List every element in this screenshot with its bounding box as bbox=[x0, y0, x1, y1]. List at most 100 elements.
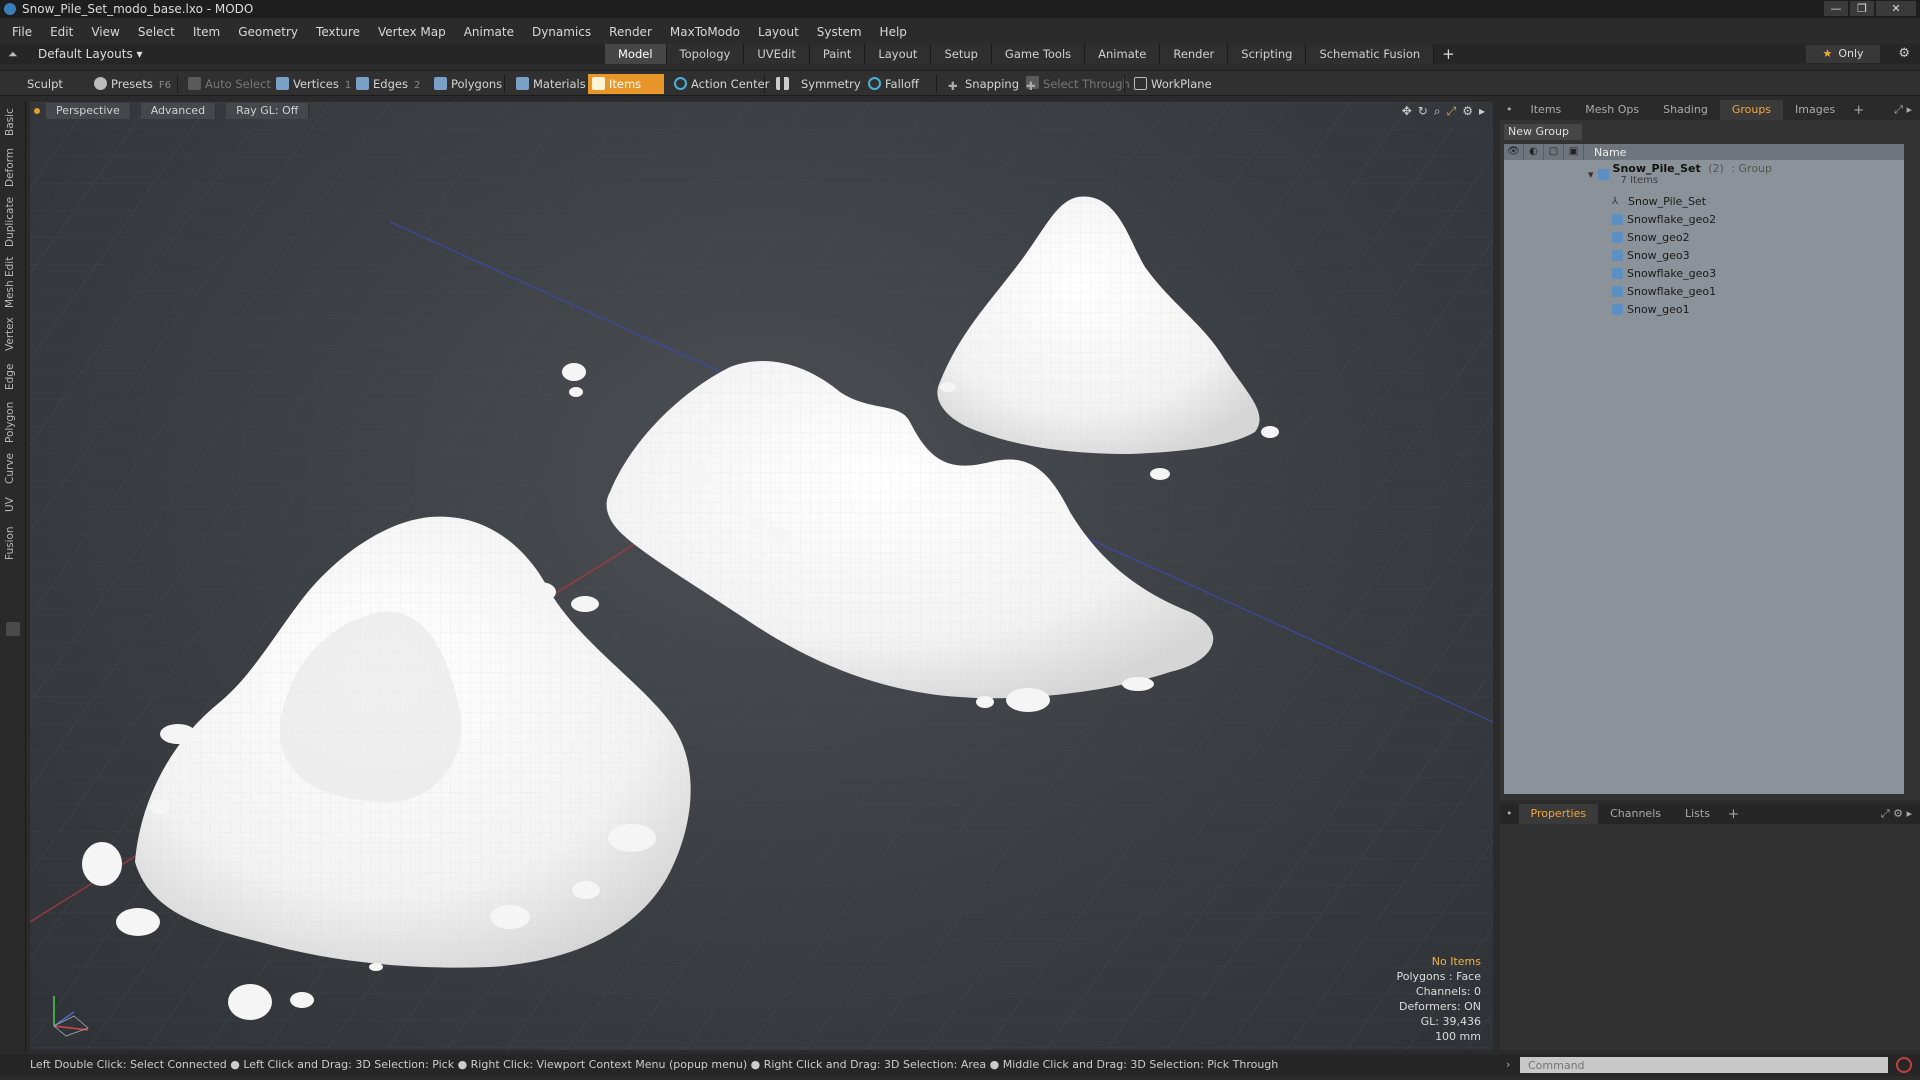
menu-geometry[interactable]: Geometry bbox=[238, 25, 298, 39]
panel-expand-icon[interactable]: ⤢ ▸ bbox=[1894, 103, 1912, 117]
name-column-header[interactable]: Name bbox=[1584, 146, 1626, 159]
action-center-button[interactable]: Action Center bbox=[670, 74, 773, 94]
close-button[interactable]: ✕ bbox=[1876, 1, 1916, 16]
tab-render[interactable]: Render bbox=[1160, 44, 1229, 64]
select-col-icon[interactable]: ▣ bbox=[1564, 144, 1584, 160]
tab-properties[interactable]: Properties bbox=[1518, 804, 1599, 824]
tab-images[interactable]: Images bbox=[1783, 100, 1847, 120]
menu-system[interactable]: System bbox=[817, 25, 862, 39]
group-row[interactable]: ▾ Snow_Pile_Set (2) : Group 7 Items bbox=[1504, 162, 1904, 186]
tab-uvedit[interactable]: UVEdit bbox=[744, 44, 810, 64]
menu-animate[interactable]: Animate bbox=[464, 25, 514, 39]
tab-groups[interactable]: Groups bbox=[1719, 100, 1784, 120]
menu-layout[interactable]: Layout bbox=[758, 25, 799, 39]
select-through-button[interactable]: ✚ Select Through bbox=[1022, 74, 1134, 94]
expand-group-icon[interactable]: ▾ bbox=[1588, 168, 1594, 181]
tab-schematic-fusion[interactable]: Schematic Fusion bbox=[1306, 44, 1435, 64]
edges-button[interactable]: Edges 2 bbox=[352, 74, 424, 94]
gear-icon[interactable]: ⚙ bbox=[1898, 46, 1910, 61]
lock-col-icon[interactable]: ▢ bbox=[1544, 144, 1564, 160]
tab-channels[interactable]: Channels bbox=[1598, 804, 1673, 824]
tab-model[interactable]: Model bbox=[605, 44, 667, 64]
shading-dropdown[interactable]: Advanced bbox=[140, 103, 217, 119]
sculpt-button[interactable]: Sculpt bbox=[6, 74, 67, 94]
vtab-edge[interactable]: Edge bbox=[4, 362, 22, 392]
menu-item[interactable]: Item bbox=[193, 25, 220, 39]
tab-topology[interactable]: Topology bbox=[666, 44, 745, 64]
tab-scripting[interactable]: Scripting bbox=[1228, 44, 1307, 64]
menu-edit[interactable]: Edit bbox=[50, 25, 73, 39]
add-panel-tab-button[interactable]: + bbox=[1847, 103, 1870, 118]
tab-items[interactable]: Items bbox=[1519, 100, 1574, 120]
command-stop-icon[interactable] bbox=[1896, 1057, 1912, 1073]
viewport-menu-dot[interactable] bbox=[34, 108, 40, 114]
vtab-fusion[interactable]: Fusion bbox=[4, 524, 22, 562]
menu-file[interactable]: File bbox=[12, 25, 32, 39]
vtab-duplicate[interactable]: Duplicate bbox=[4, 196, 22, 248]
items-button[interactable]: Items bbox=[588, 74, 664, 94]
groups-list[interactable]: 👁 ◐ ▢ ▣ Name ▾ Snow_Pile_Set (2) : Group… bbox=[1504, 144, 1904, 794]
list-item[interactable]: Snowflake_geo3 bbox=[1504, 264, 1904, 282]
vertices-button[interactable]: Vertices 1 bbox=[272, 74, 355, 94]
command-input[interactable] bbox=[1520, 1057, 1888, 1073]
visibility-col-icon[interactable]: 👁 bbox=[1504, 144, 1524, 160]
minimize-button[interactable]: — bbox=[1824, 1, 1848, 16]
presets-button[interactable]: Presets F6 bbox=[90, 74, 175, 94]
props-menu-dot[interactable]: • bbox=[1500, 804, 1519, 824]
menu-view[interactable]: View bbox=[91, 25, 119, 39]
list-item[interactable]: ⅄ Snow_Pile_Set bbox=[1504, 192, 1904, 210]
menu-texture[interactable]: Texture bbox=[316, 25, 360, 39]
raygl-dropdown[interactable]: Ray GL: Off bbox=[226, 103, 310, 119]
list-item[interactable]: Snowflake_geo2 bbox=[1504, 210, 1904, 228]
list-item[interactable]: Snowflake_geo1 bbox=[1504, 282, 1904, 300]
menu-render[interactable]: Render bbox=[609, 25, 652, 39]
menu-select[interactable]: Select bbox=[138, 25, 175, 39]
vtab-mesh-edit[interactable]: Mesh Edit bbox=[4, 256, 22, 308]
new-group-button[interactable]: New Group bbox=[1504, 124, 1582, 140]
tab-shading[interactable]: Shading bbox=[1651, 100, 1720, 120]
tab-animate[interactable]: Animate bbox=[1085, 44, 1161, 64]
polygons-button[interactable]: Polygons bbox=[430, 74, 506, 94]
view-mode-dropdown[interactable]: Perspective bbox=[46, 103, 131, 119]
tab-game-tools[interactable]: Game Tools bbox=[991, 44, 1086, 64]
tool-panel-toggle[interactable] bbox=[6, 622, 20, 636]
workplane-button[interactable]: WorkPlane bbox=[1130, 74, 1216, 94]
props-expand-icon[interactable]: ⤢ ⚙ ▸ bbox=[1881, 807, 1912, 821]
fit-icon[interactable]: ⤢ bbox=[1447, 104, 1457, 119]
command-history-icon[interactable]: › bbox=[1506, 1058, 1510, 1071]
vtab-polygon[interactable]: Polygon bbox=[4, 400, 22, 444]
symmetry-button[interactable]: Symmetry bbox=[772, 74, 865, 94]
snapping-button[interactable]: ✚ Snapping bbox=[944, 74, 1023, 94]
render-col-icon[interactable]: ◐ bbox=[1524, 144, 1544, 160]
tab-lists[interactable]: Lists bbox=[1673, 804, 1722, 824]
pan-icon[interactable]: ✥ bbox=[1402, 104, 1412, 119]
zoom-icon[interactable]: ⌕ bbox=[1434, 104, 1441, 119]
groups-scrollbar[interactable] bbox=[1906, 144, 1914, 794]
add-tab-button[interactable]: + bbox=[1434, 44, 1463, 64]
list-item[interactable]: Snow_geo1 bbox=[1504, 300, 1904, 318]
only-button[interactable]: ★ Only bbox=[1806, 45, 1880, 63]
materials-button[interactable]: Materials bbox=[512, 74, 590, 94]
3d-viewport[interactable]: Perspective Advanced Ray GL: Off ✥ ↻ ⌕ ⤢… bbox=[30, 102, 1493, 1050]
rotate-icon[interactable]: ↻ bbox=[1418, 104, 1428, 119]
vtab-curve[interactable]: Curve bbox=[4, 452, 22, 486]
layout-dropdown[interactable]: Default Layouts ▾ bbox=[38, 47, 143, 61]
menu-dynamics[interactable]: Dynamics bbox=[532, 25, 591, 39]
auto-select-button[interactable]: Auto Select bbox=[184, 74, 275, 94]
viewport-expand-icon[interactable]: ▸ bbox=[1479, 104, 1485, 119]
tab-setup[interactable]: Setup bbox=[931, 44, 992, 64]
vtab-basic[interactable]: Basic bbox=[4, 106, 22, 138]
menu-maxtomodo[interactable]: MaxToModo bbox=[670, 25, 740, 39]
list-item[interactable]: Snow_geo2 bbox=[1504, 228, 1904, 246]
tab-mesh-ops[interactable]: Mesh Ops bbox=[1573, 100, 1651, 120]
layout-collapse-icon[interactable]: ⏶ bbox=[8, 47, 18, 62]
vtab-deform[interactable]: Deform bbox=[4, 146, 22, 188]
add-props-tab-button[interactable]: + bbox=[1722, 807, 1745, 822]
vtab-vertex[interactable]: Vertex bbox=[4, 316, 22, 352]
menu-vertex-map[interactable]: Vertex Map bbox=[378, 25, 446, 39]
list-item[interactable]: Snow_geo3 bbox=[1504, 246, 1904, 264]
maximize-button[interactable]: ❐ bbox=[1850, 1, 1874, 16]
tab-paint[interactable]: Paint bbox=[809, 44, 866, 64]
vtab-uv[interactable]: UV bbox=[4, 494, 22, 516]
panel-menu-dot[interactable]: • bbox=[1500, 100, 1519, 120]
